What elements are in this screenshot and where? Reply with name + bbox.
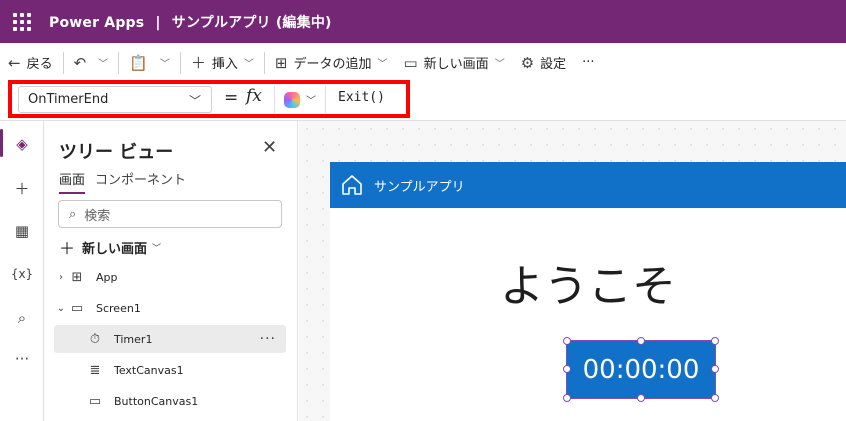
home-icon[interactable] <box>340 173 364 197</box>
divider <box>62 51 64 74</box>
resize-handle[interactable] <box>563 337 571 345</box>
panel-title: ツリー ビュー <box>59 142 174 163</box>
more-commands-button[interactable]: ··· <box>574 43 602 83</box>
title-bar: Power Apps | サンプルアプリ (編集中) <box>0 0 846 43</box>
chevron-down-icon: ﹀ <box>377 59 388 70</box>
left-rail: ◈ ＋ ▦ {x} ⌕ ··· <box>0 121 44 421</box>
resize-handle[interactable] <box>637 337 645 345</box>
chevron-down-icon: ﹀ <box>243 59 254 70</box>
search-input[interactable]: ⌕ 検索 <box>58 200 282 228</box>
chevron-down-icon: ﹀ <box>306 96 316 107</box>
tree-node-app[interactable]: › ⊞ App <box>54 263 286 291</box>
arrow-left-icon: ← <box>8 53 21 72</box>
chevron-right-icon[interactable]: › <box>54 272 68 283</box>
settings-button[interactable]: ⚙ 設定 <box>513 43 574 83</box>
tab-components[interactable]: コンポーネント <box>95 169 186 194</box>
app-screen: サンプルアプリ ようこそ 00:00:00 <box>330 162 846 421</box>
paste-button[interactable]: 📋 ﹀ <box>121 43 178 83</box>
resize-handle[interactable] <box>711 394 719 402</box>
undo-icon: ↶ <box>73 53 87 72</box>
screen-icon: ▭ <box>70 300 84 316</box>
resize-handle[interactable] <box>563 394 571 402</box>
screen-header-title: サンプルアプリ <box>374 179 465 195</box>
chevron-down-icon: ﹀ <box>152 243 162 254</box>
back-button[interactable]: ← 戻る <box>0 43 61 83</box>
tree-view-panel: ツリー ビュー ✕ 画面 コンポーネント ⌕ 検索 ＋ 新しい画面 ﹀ › ⊞ … <box>44 121 298 421</box>
resize-handle[interactable] <box>711 365 719 373</box>
layers-icon[interactable]: ◈ <box>0 129 44 159</box>
resize-handle[interactable] <box>711 337 719 345</box>
more-icon[interactable]: ··· <box>0 344 44 374</box>
resize-handle[interactable] <box>563 365 571 373</box>
chevron-down-icon: ﹀ <box>494 59 505 70</box>
divider <box>118 51 120 74</box>
tree-node-screen1[interactable]: ⌄ ▭ Screen1 <box>54 294 286 322</box>
new-screen-button[interactable]: ▭ 新しい画面 ﹀ <box>395 43 512 83</box>
close-icon[interactable]: ✕ <box>262 137 277 158</box>
add-data-button[interactable]: ⊞ データの追加 ﹀ <box>267 43 396 83</box>
clipboard-icon: 📋 <box>129 53 148 72</box>
resize-handle[interactable] <box>637 394 645 402</box>
welcome-text[interactable]: ようこそ <box>330 250 846 314</box>
plus-icon: ＋ <box>190 54 206 72</box>
more-options-icon[interactable]: ··· <box>260 331 276 347</box>
screen-header: サンプルアプリ <box>330 162 846 208</box>
divider <box>179 51 181 74</box>
app-icon: ⊞ <box>71 269 83 285</box>
chevron-down-icon[interactable]: ﹀ <box>98 55 108 70</box>
timer-icon: ⏱ <box>89 331 101 347</box>
timer-control[interactable]: 00:00:00 <box>566 340 716 399</box>
property-dropdown[interactable]: OnTimerEnd ﹀ <box>18 86 212 113</box>
chevron-down-icon: ﹀ <box>188 94 201 108</box>
copilot-button[interactable]: ﹀ <box>274 86 326 113</box>
search-icon[interactable]: ⌕ <box>0 303 44 333</box>
app-title: Power Apps | サンプルアプリ (編集中) <box>49 14 332 31</box>
plus-icon: ＋ <box>59 239 76 258</box>
tree-node-timer1[interactable]: ⏱ Timer1 ··· <box>54 325 286 353</box>
new-screen-tree-button[interactable]: ＋ 新しい画面 ﹀ <box>59 235 161 259</box>
equals-sign: = <box>224 88 239 108</box>
chevron-down-icon[interactable]: ﹀ <box>160 55 170 70</box>
command-bar: ← 戻る ↶ ﹀ 📋 ﹀ ＋ 挿入 ﹀ ⊞ データの追加 ﹀ ▭ 新しい画面 ﹀… <box>0 43 846 83</box>
gear-icon: ⚙ <box>520 53 535 72</box>
tree-tabs: 画面 コンポーネント <box>59 169 196 194</box>
insert-button[interactable]: ＋ 挿入 ﹀ <box>183 43 262 83</box>
variables-icon[interactable]: {x} <box>0 259 44 289</box>
tree-node-textcanvas1[interactable]: ≣ TextCanvas1 <box>54 356 286 384</box>
new-screen-icon: ▭ <box>403 53 418 72</box>
app-launcher-icon[interactable] <box>13 12 33 32</box>
undo-button[interactable]: ↶ ﹀ <box>66 43 117 83</box>
database-add-icon: ⊞ <box>274 53 288 72</box>
tab-screens[interactable]: 画面 <box>59 169 86 194</box>
divider <box>263 51 265 74</box>
fx-icon: fx <box>246 86 262 106</box>
button-icon: ▭ <box>88 393 102 409</box>
data-table-icon[interactable]: ▦ <box>0 216 44 246</box>
chevron-down-icon[interactable]: ⌄ <box>54 303 68 314</box>
tree-node-buttoncanvas1[interactable]: ▭ ButtonCanvas1 <box>54 387 286 415</box>
text-icon: ≣ <box>89 362 101 378</box>
insert-plus-icon[interactable]: ＋ <box>0 173 44 203</box>
copilot-icon <box>284 91 300 108</box>
search-icon: ⌕ <box>69 206 77 222</box>
formula-input[interactable]: Exit() <box>338 90 385 105</box>
